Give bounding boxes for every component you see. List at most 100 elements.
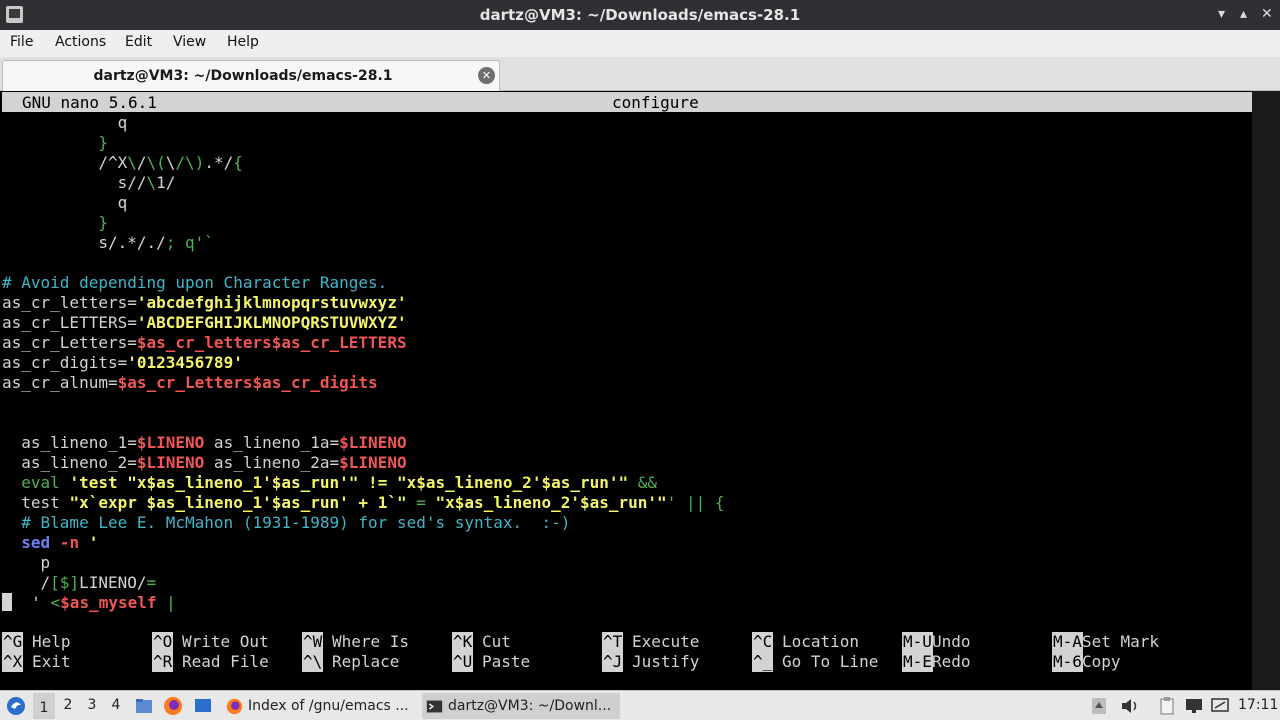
- firefox-launcher-icon[interactable]: [163, 696, 183, 716]
- code-line: p: [2, 553, 51, 573]
- shortcut-item: ^U Paste: [452, 652, 600, 672]
- network-icon[interactable]: [1210, 696, 1230, 716]
- volume-icon[interactable]: [1120, 697, 1140, 715]
- shortcut-label: Execute: [632, 632, 700, 651]
- code-line: eval 'test "x$as_lineno_1'$as_run'" != "…: [2, 473, 657, 493]
- shortcut-key: ^W: [302, 632, 324, 652]
- task-firefox[interactable]: Index of /gnu/emacs ...: [222, 693, 418, 719]
- task-terminal[interactable]: dartz@VM3: ~/Downl...: [422, 693, 620, 719]
- code-token: $LINENO: [136, 453, 205, 472]
- code-token: as_lineno_2a=: [204, 453, 340, 472]
- code-token: }: [2, 213, 108, 232]
- shortcut-label: Replace: [332, 652, 400, 671]
- start-menu-icon[interactable]: [6, 696, 26, 716]
- shortcut-key: ^G: [2, 632, 24, 652]
- code-token: $as_myself: [60, 593, 157, 612]
- shortcut-item: ^J Justify: [602, 652, 750, 672]
- code-token: /: [136, 153, 147, 172]
- code-line: # Blame Lee E. McMahon (1931-1989) for s…: [2, 513, 570, 533]
- shortcut-key: ^O: [152, 632, 174, 652]
- terminal-scrollbar[interactable]: [1252, 91, 1280, 690]
- code-line: test "x`expr $as_lineno_1'$as_run' + 1`"…: [2, 493, 724, 513]
- close-icon[interactable]: ✕: [1261, 6, 1273, 22]
- code-token: <: [50, 593, 61, 612]
- menu-view[interactable]: View: [173, 34, 206, 50]
- clock: 17:11: [1238, 697, 1279, 713]
- code-line: q: [2, 113, 128, 133]
- code-line: sed -n ': [2, 533, 98, 553]
- shortcut-key: M-6: [1052, 652, 1083, 672]
- workspace-1[interactable]: 1: [33, 693, 55, 719]
- shortcut-key: ^J: [602, 652, 624, 672]
- code-token: }: [2, 133, 108, 152]
- code-token: as_cr_LETTERS=: [2, 313, 137, 332]
- workspace-4[interactable]: 4: [105, 697, 127, 713]
- menu-actions[interactable]: Actions: [55, 34, 106, 50]
- code-line: as_lineno_1=$LINENO as_lineno_1a=$LINENO: [2, 433, 406, 453]
- shortcut-label: Undo: [932, 632, 971, 651]
- shortcut-key: ^\: [302, 652, 324, 672]
- code-token: test: [2, 493, 70, 512]
- workspace-3[interactable]: 3: [81, 697, 103, 713]
- code-line: as_cr_letters='abcdefghijklmnopqrstuvwxy…: [2, 293, 407, 313]
- code-token: \(: [146, 153, 166, 172]
- tab-close-icon[interactable]: ✕: [478, 67, 495, 84]
- code-token: as_cr_digits=: [2, 353, 128, 372]
- shortcut-item: ^X Exit: [2, 652, 150, 672]
- terminal-view[interactable]: GNU nano 5.6.1 configure q } /^X\/\(\/\)…: [0, 91, 1280, 690]
- desktop-icon[interactable]: [193, 696, 213, 716]
- code-token: as_lineno_1=: [2, 433, 137, 452]
- code-token: "x$as_lineno_2'$as_run'": [435, 493, 667, 512]
- code-line: /^X\/\(\/\).*/{: [2, 153, 243, 173]
- shortcut-item: ^R Read File: [152, 652, 300, 672]
- code-token: eval: [2, 473, 70, 492]
- code-token: &&: [628, 473, 658, 492]
- shortcut-key: ^X: [2, 652, 24, 672]
- maximize-icon[interactable]: ▴: [1240, 6, 1247, 22]
- code-token: # Avoid depending upon Character Ranges.: [2, 273, 388, 292]
- minimize-icon[interactable]: ▾: [1218, 6, 1225, 22]
- clipboard-icon[interactable]: [1157, 696, 1177, 716]
- code-line: s/.*/./; q'`: [2, 233, 214, 253]
- file-manager-icon[interactable]: [134, 696, 154, 716]
- code-token: 'test "x$as_lineno_1'$as_run'" != "x$as_…: [69, 473, 629, 492]
- code-line: as_cr_Letters=$as_cr_letters$as_cr_LETTE…: [2, 333, 407, 353]
- code-token: s//: [2, 173, 147, 192]
- menu-edit[interactable]: Edit: [125, 34, 152, 50]
- code-token: /^X: [2, 153, 128, 172]
- code-line: }: [2, 213, 108, 233]
- monitor-icon[interactable]: [1184, 696, 1204, 716]
- menu-file[interactable]: File: [10, 34, 33, 50]
- nano-filename: configure: [612, 93, 699, 112]
- terminal-icon: [426, 700, 443, 713]
- tab-bar: dartz@VM3: ~/Downloads/emacs-28.1 ✕: [0, 57, 1280, 91]
- code-line: s//\1/: [2, 173, 176, 193]
- shortcut-item: ^C Location: [752, 632, 900, 652]
- shortcut-key: M-A: [1052, 632, 1083, 652]
- code-token: ; q'`: [165, 233, 214, 252]
- taskbar: 1 2 3 4 Index of /gnu/emacs ... dartz@VM…: [0, 690, 1280, 720]
- shortcut-label: Cut: [482, 632, 511, 651]
- shortcut-key: ^T: [602, 632, 624, 652]
- workspace-2[interactable]: 2: [57, 697, 79, 713]
- code-token: sed: [2, 533, 51, 552]
- code-token: as_cr_letters=: [2, 293, 137, 312]
- tray-arrow-icon[interactable]: [1091, 696, 1107, 716]
- code-token: as_cr_Letters=: [2, 333, 137, 352]
- shortcut-label: Where Is: [332, 632, 410, 651]
- code-token: =: [146, 573, 157, 592]
- shortcut-item: ^K Cut: [452, 632, 600, 652]
- code-token: $as_cr_letters$as_cr_LETTERS: [136, 333, 407, 352]
- firefox-icon: [226, 698, 243, 715]
- text-cursor: [2, 593, 12, 611]
- code-line: as_cr_LETTERS='ABCDEFGHIJKLMNOPQRSTUVWXY…: [2, 313, 407, 333]
- shortcut-label: Copy: [1082, 652, 1121, 671]
- code-token: ': [12, 593, 51, 612]
- menu-help[interactable]: Help: [227, 34, 259, 50]
- code-token: $LINENO: [339, 453, 407, 472]
- code-token: ': [79, 533, 99, 552]
- shortcut-label: Exit: [32, 652, 71, 671]
- code-token: as_cr_alnum=: [2, 373, 118, 392]
- terminal-tab[interactable]: dartz@VM3: ~/Downloads/emacs-28.1 ✕: [2, 60, 500, 91]
- code-token: [$]: [50, 573, 80, 592]
